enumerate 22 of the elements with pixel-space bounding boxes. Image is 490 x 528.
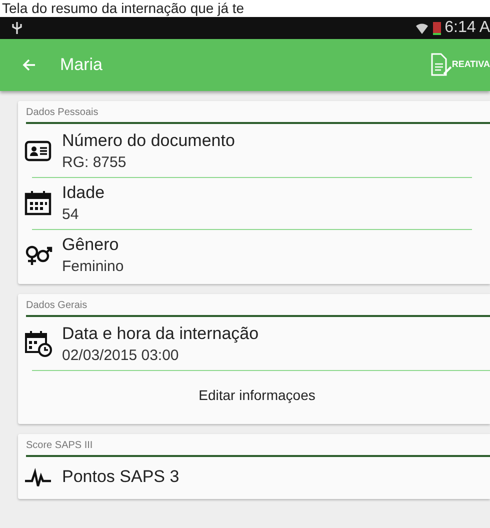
field-label: Idade [62,182,105,204]
field-label: Pontos SAPS 3 [62,466,180,488]
field-label: Data e hora da internação [62,322,259,345]
field-value: Feminino [62,257,124,278]
field-value: 02/03/2015 03:00 [62,346,180,366]
caption-text: Tela do resumo da internação que já te [0,0,490,17]
document-edit-icon [430,53,452,77]
field-value: 54 [62,205,80,226]
calendar-clock-icon [24,329,54,360]
back-arrow-icon[interactable] [22,58,36,72]
field-label: Número do documento [62,130,235,152]
section-title: Dados Gerais [25,298,88,313]
section-title: Score SAPS III [25,438,94,453]
wifi-icon [414,21,429,35]
field-label: Gênero [62,234,120,256]
battery-icon [432,21,441,35]
clock-time: 6:14 A [444,18,490,38]
field-value: RG: 8755 [62,152,128,173]
screen-title: Maria [60,54,103,76]
section-title: Dados Pessoais [25,106,100,120]
edit-button[interactable]: Editar informaçoes [24,372,490,420]
usb-icon [12,21,22,35]
